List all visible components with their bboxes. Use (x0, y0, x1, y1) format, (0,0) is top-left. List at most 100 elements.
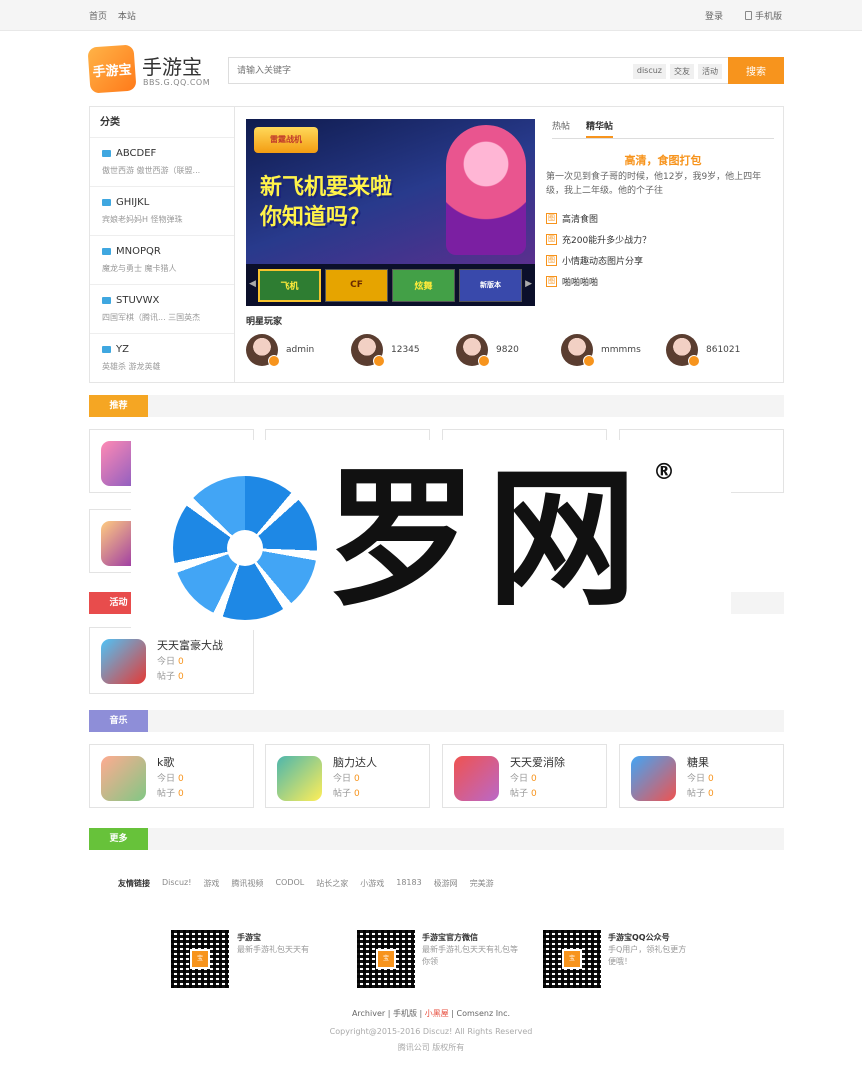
archiver-link[interactable]: Archiver (352, 1009, 385, 1018)
tab-featured[interactable]: 精华帖 (586, 119, 614, 138)
search-tag[interactable]: 交友 (670, 64, 694, 79)
friend-link[interactable]: 游戏 (203, 878, 219, 889)
banner-thumb[interactable]: 炫舞 (392, 268, 455, 302)
banner-headline: 新飞机要来啦 (260, 175, 393, 200)
star-player[interactable]: 9820 (456, 332, 561, 368)
posts-value: 0 (178, 672, 184, 682)
section-music: 音乐 (89, 710, 784, 732)
category-item[interactable]: YZ 英雄杀 游龙英雄 (90, 334, 234, 383)
posts-count: 帖子 0 (510, 786, 537, 799)
friend-link[interactable]: 站长之家 (316, 878, 348, 889)
forum-title: 天天富豪大战 (157, 639, 223, 652)
folder-icon (102, 248, 111, 255)
folder-icon (102, 150, 111, 157)
banner-slideshow[interactable]: 雷霆战机 新飞机要来啦 你知道吗？ ◀ 飞机 CF 炫舞 新版本 ▶ (246, 119, 535, 306)
today-label: 今日 (157, 657, 176, 667)
posts-label: 帖子 (333, 789, 352, 799)
login-link[interactable]: 登录 (705, 9, 723, 22)
search-tag[interactable]: discuz (632, 64, 666, 79)
game-icon (277, 756, 322, 801)
tab-hot[interactable]: 热帖 (552, 119, 570, 138)
posts-value: 0 (178, 789, 184, 799)
chevron-right-icon[interactable]: ▶ (525, 279, 532, 289)
category-name: YZ (116, 344, 129, 355)
star-player[interactable]: 12345 (351, 332, 456, 368)
banner-thumb[interactable]: 飞机 (258, 268, 321, 302)
star-player[interactable]: admin (246, 332, 351, 368)
today-value: 0 (354, 774, 360, 784)
list-item-label: 啪啪啪啪 (562, 278, 599, 288)
list-item[interactable]: 图啪啪啪啪 (546, 271, 768, 292)
star-players-title: 明星玩家 (246, 317, 283, 327)
category-item[interactable]: ABCDEF 傲世西游 傲世西游（联盟... (90, 138, 234, 187)
game-icon (454, 756, 499, 801)
category-subs: 英雄杀 游龙英雄 (102, 362, 161, 371)
game-icon (631, 756, 676, 801)
featured-title[interactable]: 高清，食图打包 (552, 152, 774, 168)
avatar (456, 334, 490, 367)
category-name: ABCDEF (116, 148, 157, 159)
list-item[interactable]: 图高清食图 (546, 208, 768, 229)
friend-link[interactable]: CODOL (275, 878, 304, 889)
today-value: 0 (178, 657, 184, 667)
qr-code-icon: 宝 (357, 930, 415, 988)
category-name: MNOPQR (116, 246, 161, 257)
friend-link[interactable]: 小游戏 (360, 878, 384, 889)
category-item[interactable]: MNOPQR 魔龙与勇士 魔卡猎人 (90, 236, 234, 285)
brand-domain: BBS.G.QQ.COM (143, 78, 211, 87)
list-item-label: 小情趣动态图片分享 (562, 257, 644, 267)
today-value: 0 (531, 774, 537, 784)
category-item[interactable]: GHIJKL 宾娘老妈妈H 怪物弹珠 (90, 187, 234, 236)
qr-desc: 最新手游礼包天天有礼包等你领 (422, 945, 518, 966)
forum-card[interactable]: 脑力达人 今日 0 帖子 0 (265, 744, 430, 808)
mobile-link[interactable]: 手机版 (744, 9, 782, 22)
search-box: discuz 交友 活动 (228, 57, 728, 84)
friend-link[interactable]: 完美游 (470, 878, 494, 889)
posts-label: 帖子 (510, 789, 529, 799)
blackroom-link[interactable]: 小黑屋 (425, 1009, 449, 1018)
registered-mark: ® (653, 460, 675, 485)
category-item[interactable]: STUVWX 四国军棋（腾讯... 三国英杰 (90, 285, 234, 334)
forum-card[interactable]: 糖果 今日 0 帖子 0 (619, 744, 784, 808)
mobile-label: 手机版 (754, 12, 782, 22)
category-subs: 四国军棋（腾讯... 三国英杰 (102, 313, 201, 322)
site-logo[interactable]: 手游宝 (87, 44, 137, 94)
image-badge-icon: 图 (546, 255, 557, 266)
game-icon (101, 639, 146, 684)
forum-card[interactable]: 天天爱消除 今日 0 帖子 0 (442, 744, 607, 808)
star-player[interactable]: 861021 (666, 332, 771, 368)
forum-title: 糖果 (687, 756, 709, 769)
list-item[interactable]: 图充200能升多少战力？ (546, 229, 768, 250)
banner-thumb[interactable]: 新版本 (459, 268, 522, 302)
list-item[interactable]: 图小情趣动态图片分享 (546, 250, 768, 271)
mobile-version-link[interactable]: 手机版 (393, 1009, 417, 1018)
player-name: admin (286, 345, 315, 355)
friend-link[interactable]: 18183 (396, 878, 421, 889)
forum-title: 脑力达人 (333, 756, 377, 769)
watermark-overlay: 罗网 ® (131, 440, 731, 630)
company-link[interactable]: Comsenz Inc. (457, 1009, 511, 1018)
search-button[interactable]: 搜索 (728, 57, 784, 84)
qr-title: 手游宝官方微信 (422, 933, 478, 942)
banner-thumb[interactable]: CF (325, 268, 388, 302)
search-input[interactable] (229, 58, 609, 83)
friend-link[interactable]: 腾讯视频 (231, 878, 263, 889)
today-count: 今日 0 (510, 771, 537, 784)
posts-value: 0 (708, 789, 714, 799)
star-players: admin 12345 9820 mmmms 861021 (246, 332, 781, 368)
posts-count: 帖子 0 (333, 786, 360, 799)
today-value: 0 (178, 774, 184, 784)
home-link[interactable]: 首页 (89, 12, 107, 22)
forum-card[interactable]: 天天富豪大战 今日 0 帖子 0 (89, 627, 254, 694)
qr-desc: 最新手游礼包天天有 (237, 945, 309, 954)
site-link[interactable]: 本站 (118, 12, 136, 22)
search-tag[interactable]: 活动 (698, 64, 722, 79)
folder-icon (102, 297, 111, 304)
star-player[interactable]: mmmms (561, 332, 666, 368)
friend-link[interactable]: Discuz! (162, 878, 191, 889)
friend-link[interactable]: 极游网 (434, 878, 458, 889)
forum-card[interactable]: k歌 今日 0 帖子 0 (89, 744, 254, 808)
category-name: GHIJKL (116, 197, 150, 208)
player-name: 9820 (496, 345, 519, 355)
chevron-left-icon[interactable]: ◀ (249, 279, 256, 289)
